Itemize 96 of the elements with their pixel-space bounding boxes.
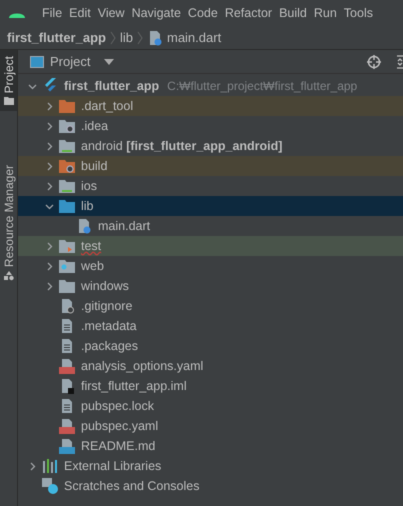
breadcrumb-item[interactable]: lib xyxy=(120,28,133,48)
dart-file-icon xyxy=(76,218,92,234)
breadcrumb-item[interactable]: first_flutter_app xyxy=(7,28,106,48)
tree-item[interactable]: windows xyxy=(18,276,403,296)
libraries-icon xyxy=(43,459,57,473)
tree-item[interactable]: android [first_flutter_app_android] xyxy=(18,136,403,156)
menu-item[interactable]: Run xyxy=(312,4,338,22)
breadcrumb-item[interactable]: main.dart xyxy=(166,28,222,48)
tree-item[interactable]: build xyxy=(18,156,403,176)
menu-item[interactable]: Edit xyxy=(68,4,92,22)
flutter-icon xyxy=(43,78,57,94)
item-label: .gitignore xyxy=(81,298,132,315)
text-file-icon xyxy=(59,318,75,334)
item-label: pubspec.yaml xyxy=(81,418,158,435)
tree-item[interactable]: ios xyxy=(18,176,403,196)
item-label: web xyxy=(81,258,104,275)
item-label: test xyxy=(81,238,102,255)
markdown-file-icon xyxy=(59,438,75,454)
yaml-file-icon xyxy=(59,418,75,434)
module-folder-icon xyxy=(59,139,75,153)
chevron-down-icon[interactable] xyxy=(28,82,36,90)
item-label: first_flutter_app.iml xyxy=(81,378,187,395)
item-label: ios xyxy=(81,178,97,195)
menu-item[interactable]: Build xyxy=(278,4,308,22)
menu-item[interactable]: View xyxy=(96,4,126,22)
separator-icon xyxy=(136,30,143,44)
window-icon xyxy=(30,56,44,68)
module-file-icon xyxy=(59,378,75,394)
chevron-right-icon[interactable] xyxy=(44,142,54,150)
tree-item[interactable]: README.md xyxy=(18,436,403,456)
tree-item[interactable]: .idea xyxy=(18,116,403,136)
item-label: windows xyxy=(81,278,129,295)
item-label: android [first_flutter_app_android] xyxy=(81,138,282,155)
test-folder-icon xyxy=(59,239,75,253)
item-label: .idea xyxy=(81,118,108,135)
menu-item[interactable]: Navigate xyxy=(130,4,182,22)
item-label: pubspec.lock xyxy=(81,398,154,415)
item-label: lib xyxy=(81,198,94,215)
tree-item[interactable]: lib xyxy=(18,196,403,216)
chevron-right-icon[interactable] xyxy=(44,242,54,250)
menu-item[interactable]: Refactor xyxy=(224,4,274,22)
collapse-icon[interactable] xyxy=(397,54,403,68)
chevron-down-icon[interactable] xyxy=(44,202,54,210)
tree-item[interactable]: analysis_options.yaml xyxy=(18,356,403,376)
text-file-icon xyxy=(59,398,75,414)
panel-title[interactable]: Project xyxy=(50,52,90,72)
side-tab[interactable]: Resource Manager xyxy=(0,159,17,288)
tree-item[interactable]: pubspec.yaml xyxy=(18,416,403,436)
project-path: C:₩flutter_project₩first_flutter_app xyxy=(167,78,358,95)
item-label: README.md xyxy=(81,438,156,455)
menu-item[interactable]: Code xyxy=(186,4,219,22)
chevron-right-icon[interactable] xyxy=(44,262,54,270)
tree-item[interactable]: External Libraries xyxy=(18,456,403,476)
tree-item[interactable]: test xyxy=(18,236,403,256)
tree-item[interactable]: first_flutter_app C:₩flutter_project₩first_flutter_app xyxy=(18,76,403,96)
tree-item[interactable]: .packages xyxy=(18,336,403,356)
chevron-right-icon[interactable] xyxy=(44,182,54,190)
module-folder-icon xyxy=(59,179,75,193)
separator-icon xyxy=(110,30,116,44)
tree-item[interactable]: main.dart xyxy=(18,216,403,236)
item-label: first_flutter_app xyxy=(64,78,160,95)
chevron-right-icon[interactable] xyxy=(44,282,54,290)
item-label: main.dart xyxy=(98,218,150,235)
text-file-icon xyxy=(59,338,75,354)
menu-item[interactable]: Tools xyxy=(342,4,374,22)
item-label: .dart_tool xyxy=(81,98,134,115)
item-label: Scratches and Consoles xyxy=(64,478,200,495)
menu-item[interactable]: File xyxy=(41,4,64,22)
item-label: External Libraries xyxy=(64,458,162,475)
web-folder-icon xyxy=(59,259,75,273)
folder-icon xyxy=(59,279,75,293)
chevron-right-icon[interactable] xyxy=(44,162,54,170)
item-label: build xyxy=(81,158,108,175)
tree-item[interactable]: Scratches and Consoles xyxy=(18,476,403,496)
folder-icon xyxy=(4,97,14,106)
item-label: .metadata xyxy=(81,318,137,335)
item-label: analysis_options.yaml xyxy=(81,358,204,375)
tree-item[interactable]: pubspec.lock xyxy=(18,396,403,416)
chevron-right-icon[interactable] xyxy=(44,122,54,130)
scratches-icon xyxy=(42,478,58,494)
ignore-file-icon xyxy=(59,298,75,314)
dropdown-caret-icon[interactable] xyxy=(104,58,114,64)
tree-item[interactable]: .dart_tool xyxy=(18,96,403,116)
chevron-right-icon[interactable] xyxy=(44,102,54,110)
side-tab[interactable]: Project xyxy=(0,50,17,112)
tree-item[interactable]: web xyxy=(18,256,403,276)
yaml-file-icon xyxy=(59,358,75,374)
tree-item[interactable]: .gitignore xyxy=(18,296,403,316)
chevron-right-icon[interactable] xyxy=(28,462,36,470)
folder-icon xyxy=(59,199,75,213)
tree-item[interactable]: .metadata xyxy=(18,316,403,336)
item-label: .packages xyxy=(81,338,138,355)
locate-icon[interactable] xyxy=(367,54,381,68)
shapes-icon xyxy=(4,271,14,282)
tree-item[interactable]: first_flutter_app.iml xyxy=(18,376,403,396)
folder-icon xyxy=(59,99,75,113)
